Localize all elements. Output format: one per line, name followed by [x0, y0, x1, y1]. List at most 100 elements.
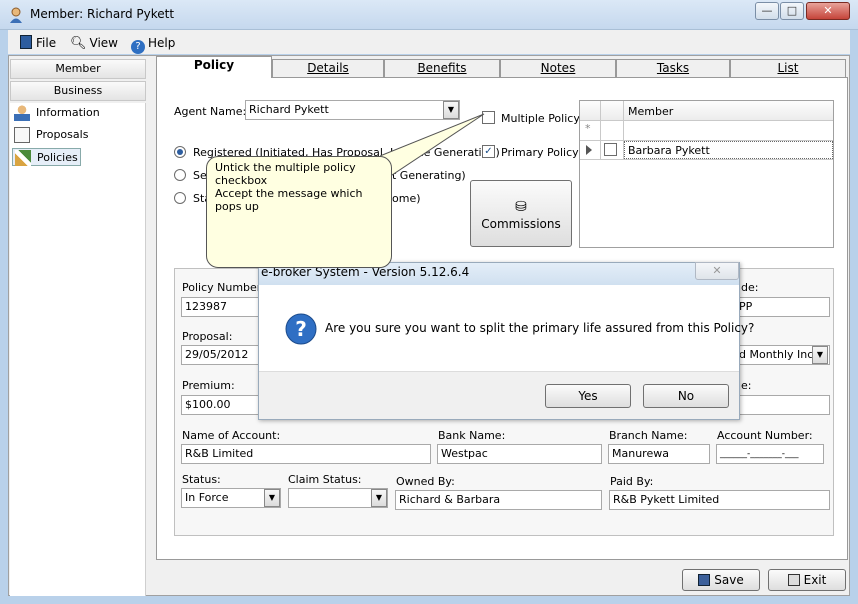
- agent-name-label: Agent Name:: [174, 105, 247, 118]
- member-grid[interactable]: Member * Barbara Pykett: [579, 100, 834, 248]
- right-code-field[interactable]: PP: [736, 297, 830, 317]
- tab-benefits[interactable]: Benefits: [384, 59, 500, 77]
- callout-line1: Untick the multiple policy checkbox: [215, 161, 356, 187]
- row-pointer-icon: [586, 145, 592, 155]
- window-title: Member: Richard Pykett: [30, 7, 175, 21]
- tab-notes-label: Notes: [540, 61, 576, 75]
- radio-registered[interactable]: [174, 146, 186, 158]
- confirm-dialog: e-broker System - Version 5.12.6.4 ✕ ? A…: [258, 262, 754, 420]
- dialog-message: Are you sure you want to split the prima…: [325, 321, 755, 335]
- svg-text:?: ?: [295, 317, 307, 341]
- right3-label: e:: [741, 379, 752, 392]
- commissions-button[interactable]: ⛁ Commissions: [470, 180, 572, 247]
- nav-item-label: Information: [36, 106, 100, 119]
- grid-header-row: [580, 101, 833, 121]
- exit-icon: [787, 574, 800, 586]
- tab-tasks-label: Tasks: [656, 61, 690, 75]
- menu-help[interactable]: ? Help: [131, 34, 176, 54]
- new-row-marker: *: [585, 122, 591, 135]
- tab-benefits-label: Benefits: [417, 61, 467, 75]
- policy-number-field[interactable]: 123987: [181, 297, 259, 317]
- radio-third-label-end: ome): [392, 192, 421, 205]
- radio-second[interactable]: [174, 169, 186, 181]
- tab-tasks[interactable]: Tasks: [616, 59, 730, 77]
- question-icon: ?: [285, 313, 317, 345]
- menu-help-label: Help: [148, 36, 176, 50]
- dialog-close-button[interactable]: ✕: [695, 262, 739, 280]
- title-bar: Member: Richard Pykett — □ ✕: [0, 0, 858, 30]
- nav-item-information[interactable]: Information: [14, 104, 100, 122]
- branch-name-label: Branch Name:: [609, 429, 688, 442]
- tab-details-label: Details: [307, 61, 349, 75]
- person-icon: [14, 105, 30, 121]
- radio-second-label: Se: [193, 169, 207, 182]
- nav-item-label: Proposals: [36, 128, 89, 141]
- menu-file[interactable]: File: [20, 34, 56, 52]
- account-number-field[interactable]: ______-_______-___: [716, 444, 824, 464]
- nav-item-policies[interactable]: Policies: [12, 148, 81, 166]
- close-button[interactable]: ✕: [806, 2, 850, 20]
- callout-line2: Accept the message which pops up: [215, 187, 363, 213]
- proposal-icon: [14, 127, 30, 143]
- no-button[interactable]: No: [643, 384, 729, 408]
- paid-by-label: Paid By:: [610, 475, 654, 488]
- premium-field[interactable]: $100.00: [181, 395, 259, 415]
- maximize-button[interactable]: □: [780, 2, 804, 20]
- exit-label: Exit: [803, 573, 827, 587]
- account-name-label: Name of Account:: [182, 429, 281, 442]
- tab-notes[interactable]: Notes: [500, 59, 616, 77]
- chevron-down-icon[interactable]: ▼: [371, 489, 387, 507]
- account-name-field[interactable]: R&B Limited: [181, 444, 431, 464]
- status-label: Status:: [182, 473, 221, 486]
- grid-row-checkbox[interactable]: [604, 143, 617, 156]
- policy-icon: [15, 150, 31, 166]
- proposal-label: Proposal:: [182, 330, 233, 343]
- owned-by-label: Owned By:: [396, 475, 455, 488]
- exit-button[interactable]: Exit: [768, 569, 846, 591]
- tab-details[interactable]: Details: [272, 59, 384, 77]
- dialog-footer: Yes No: [259, 371, 739, 419]
- grid-header-member: Member: [628, 105, 674, 118]
- grid-row-member: Barbara Pykett: [628, 144, 710, 157]
- minimize-button[interactable]: —: [755, 2, 779, 20]
- nav-item-label: Policies: [37, 151, 78, 164]
- menu-bar: File 🔍︎ View ? Help: [8, 30, 850, 54]
- primary-policy-label: Primary Policy: [501, 146, 579, 159]
- bank-name-label: Bank Name:: [438, 429, 506, 442]
- radio-third[interactable]: [174, 192, 186, 204]
- tab-policy[interactable]: Policy: [156, 56, 272, 78]
- nav-pane: [10, 103, 146, 596]
- proposal-field[interactable]: 29/05/2012: [181, 345, 259, 365]
- bank-name-field[interactable]: Westpac: [437, 444, 602, 464]
- menu-view[interactable]: 🔍︎ View: [70, 34, 118, 52]
- tab-list[interactable]: List: [730, 59, 846, 77]
- paid-by-field[interactable]: R&B Pykett Limited: [609, 490, 830, 510]
- account-number-label: Account Number:: [717, 429, 813, 442]
- policy-number-label: Policy Number:: [182, 281, 265, 294]
- coins-icon: ⛁: [515, 199, 527, 215]
- multiple-policy-label: Multiple Policy: [501, 112, 580, 125]
- right3-field[interactable]: [736, 395, 830, 415]
- nav-business-header[interactable]: Business: [10, 81, 146, 101]
- instruction-callout: Untick the multiple policy checkbox Acce…: [206, 156, 392, 268]
- menu-file-label: File: [36, 36, 57, 50]
- callout-pointer: [380, 113, 485, 176]
- yes-button[interactable]: Yes: [545, 384, 631, 408]
- magnifier-icon: 🔍︎: [70, 36, 87, 51]
- branch-name-field[interactable]: Manurewa: [608, 444, 710, 464]
- chevron-down-icon[interactable]: ▼: [264, 489, 280, 507]
- save-label: Save: [714, 573, 744, 587]
- save-icon: [698, 574, 711, 586]
- help-icon: ?: [131, 40, 145, 54]
- claim-status-label: Claim Status:: [288, 473, 362, 486]
- owned-by-field[interactable]: Richard & Barbara: [395, 490, 602, 510]
- premium-label: Premium:: [182, 379, 235, 392]
- tab-list-label: List: [777, 61, 799, 75]
- save-button[interactable]: Save: [682, 569, 760, 591]
- nav-member-header[interactable]: Member: [10, 59, 146, 79]
- commissions-label: Commissions: [481, 217, 561, 231]
- chevron-down-icon[interactable]: ▼: [812, 346, 828, 364]
- right-code-label: de:: [741, 281, 759, 294]
- user-icon: [10, 7, 22, 23]
- nav-item-proposals[interactable]: Proposals: [14, 126, 88, 144]
